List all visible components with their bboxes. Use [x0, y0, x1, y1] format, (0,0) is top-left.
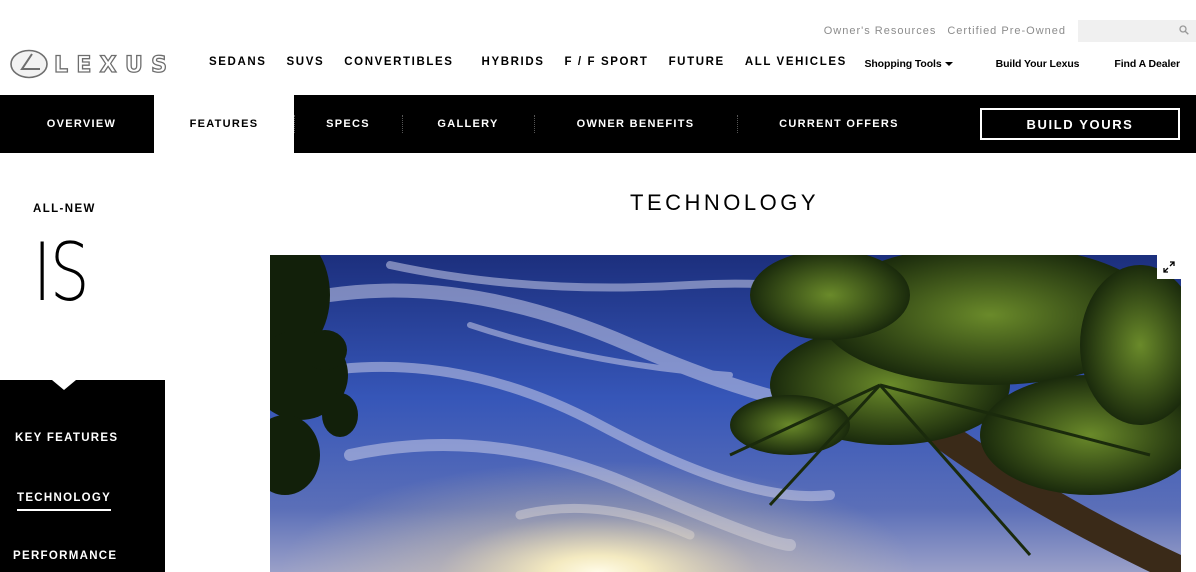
nav-convertibles[interactable]: CONVERTIBLES: [344, 56, 453, 68]
nav-suvs[interactable]: SUVS: [287, 56, 325, 68]
side-item-technology[interactable]: TECHNOLOGY: [17, 492, 112, 511]
find-a-dealer-link[interactable]: Find A Dealer: [1114, 58, 1180, 70]
build-yours-button[interactable]: BUILD YOURS: [980, 108, 1180, 140]
search-icon[interactable]: [1179, 25, 1189, 35]
side-item-key-features[interactable]: KEY FEATURES: [15, 432, 118, 444]
nav-future[interactable]: FUTURE: [669, 56, 725, 68]
expand-button[interactable]: [1157, 255, 1181, 279]
tab-current-offers[interactable]: CURRENT OFFERS: [738, 95, 940, 153]
tab-features[interactable]: FEATURES: [154, 95, 294, 153]
utility-bar: Owner's Resources Certified Pre-Owned: [824, 20, 1196, 42]
tab-owner-benefits[interactable]: OWNER BENEFITS: [535, 95, 736, 153]
section-title: TECHNOLOGY: [630, 190, 820, 215]
hero-image[interactable]: [270, 255, 1181, 572]
expand-icon: [1163, 261, 1175, 273]
search-box: [1078, 20, 1196, 42]
lexus-logo-icon: LEXUS: [10, 49, 168, 79]
side-item-performance[interactable]: PERFORMANCE: [13, 550, 117, 562]
tab-specs[interactable]: SPECS: [295, 95, 401, 153]
model-nav-bar: OVERVIEW FEATURES SPECS GALLERY OWNER BE…: [0, 95, 1196, 153]
feature-side-menu: KEY FEATURES TECHNOLOGY PERFORMANCE: [0, 380, 165, 572]
nav-all-vehicles[interactable]: ALL VEHICLES: [745, 56, 847, 68]
model-name: IS: [33, 226, 89, 319]
nav-sedans[interactable]: SEDANS: [209, 56, 267, 68]
owners-resources-link[interactable]: Owner's Resources: [824, 25, 937, 37]
model-eyebrow: ALL-NEW: [33, 203, 96, 215]
shopping-tools-dropdown[interactable]: Shopping Tools: [864, 58, 953, 70]
main-nav: SEDANS SUVS CONVERTIBLES HYBRIDS F / F S…: [209, 56, 867, 68]
tab-overview[interactable]: OVERVIEW: [0, 95, 163, 153]
lexus-logo[interactable]: LEXUS: [10, 49, 172, 79]
nav-f-sport[interactable]: F / F SPORT: [565, 56, 649, 68]
svg-text:LEXUS: LEXUS: [54, 53, 168, 78]
palm-sky-photo: [270, 255, 1181, 572]
header-right-links: Shopping Tools Build Your Lexus Find A D…: [864, 58, 1180, 70]
nav-hybrids[interactable]: HYBRIDS: [482, 56, 545, 68]
certified-pre-owned-link[interactable]: Certified Pre-Owned: [947, 25, 1066, 37]
build-your-lexus-link[interactable]: Build Your Lexus: [996, 58, 1080, 70]
shopping-tools-label: Shopping Tools: [864, 58, 942, 70]
tab-gallery[interactable]: GALLERY: [403, 95, 533, 153]
menu-notch: [52, 380, 76, 390]
caret-down-icon: [944, 62, 953, 66]
